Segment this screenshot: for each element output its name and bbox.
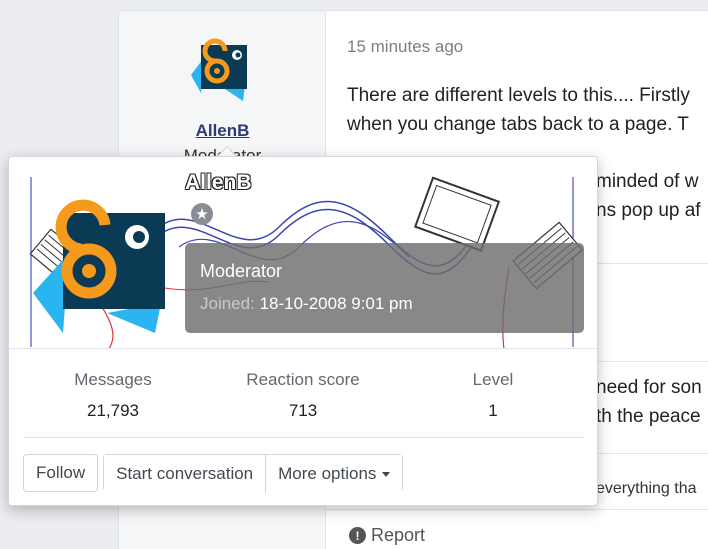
stat-label: Level [472, 370, 514, 389]
post-username-link[interactable]: AllenB [119, 121, 326, 141]
joined-label: Joined: [200, 294, 255, 313]
stat-label: Messages [74, 370, 152, 389]
divider [326, 509, 708, 510]
more-options-label: More options [278, 464, 377, 483]
more-options-button[interactable]: More options [265, 455, 403, 493]
action-button-group: Start conversation More options [103, 454, 404, 493]
profile-actions: Follow Start conversation More options [23, 454, 404, 493]
stat-label: Reaction score [246, 370, 360, 389]
user-role: Moderator [200, 261, 283, 281]
member-tooltip: AllenB ★ Moderator Joined: 18-10-2008 9:… [8, 156, 598, 506]
post-text-fragment: minded of w [596, 171, 699, 192]
star-icon[interactable]: ★ [191, 203, 213, 225]
start-conversation-button[interactable]: Start conversation [104, 455, 266, 493]
stat-value: 21,793 [87, 401, 139, 420]
joined-value: 18-10-2008 9:01 pm [259, 294, 413, 313]
post-text-fragment: need for son [596, 377, 702, 398]
stat-reaction-score: Reaction score 713 [233, 370, 373, 421]
profile-banner: AllenB ★ Moderator Joined: 18-10-2008 9:… [9, 157, 597, 349]
post-text-line: when you change tabs back to a page. T [347, 114, 689, 135]
caret-down-icon [382, 471, 391, 477]
report-label: Report [371, 525, 426, 545]
post-text-fragment: everything tha [596, 480, 697, 497]
user-avatar[interactable] [185, 31, 253, 101]
post-text-fragment: th the peace [596, 406, 701, 427]
post-text-fragment: ns pop up af [596, 200, 701, 221]
post-timestamp[interactable]: 15 minutes ago [347, 37, 463, 57]
post-text-line: There are different levels to this.... F… [347, 85, 690, 106]
alert-circle-icon: ! [349, 527, 366, 544]
profile-info-box: Moderator Joined: 18-10-2008 9:01 pm [185, 243, 584, 333]
stat-value: 1 [488, 401, 498, 420]
joined-date: Joined: 18-10-2008 9:01 pm [200, 294, 413, 314]
stat-messages: Messages 21,793 [63, 370, 163, 421]
stat-level: Level 1 [453, 370, 533, 421]
profile-stats: Messages 21,793 Reaction score 713 Level… [23, 362, 585, 438]
profile-username-link[interactable]: AllenB [185, 171, 252, 195]
report-button[interactable]: ! Report [349, 525, 425, 546]
stat-value: 713 [288, 401, 318, 420]
follow-button[interactable]: Follow [23, 454, 99, 492]
post-text: There are different levels to this.... F… [347, 81, 708, 139]
profile-avatar[interactable] [23, 183, 169, 333]
